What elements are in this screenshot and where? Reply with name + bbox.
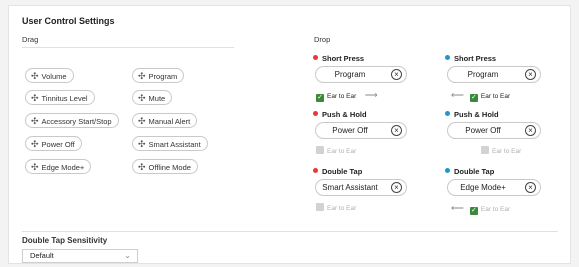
move-icon: ✣	[138, 93, 146, 103]
drag-chip[interactable]: ✣ Manual Alert	[132, 113, 198, 128]
drop-slot-label: Short Press	[454, 54, 497, 63]
drag-chip-label: Program	[148, 72, 178, 81]
clear-icon[interactable]: ×	[391, 125, 402, 136]
drag-chip[interactable]: ✣ Program	[132, 68, 185, 83]
ear-to-ear-label: Ear to Ear	[480, 93, 511, 100]
drag-chip-label: Edge Mode+	[41, 163, 85, 172]
clear-icon[interactable]: ×	[391, 182, 402, 193]
clear-icon[interactable]: ×	[391, 69, 402, 80]
clear-icon[interactable]: ×	[525, 125, 536, 136]
arrow-left-icon: ⟵	[451, 90, 464, 100]
drop-slot-label: Short Press	[322, 54, 365, 63]
drag-chip-label: Offline Mode	[148, 163, 191, 172]
drop-heading: Drop	[314, 35, 331, 44]
drop-slot-value: Power Off	[465, 126, 501, 135]
move-icon: ✣	[31, 162, 39, 172]
move-icon: ✣	[138, 71, 146, 81]
drop-slot-header: Double Tap	[445, 167, 494, 176]
drag-chip-label: Smart Assistant	[148, 140, 201, 149]
clear-icon[interactable]: ×	[525, 182, 536, 193]
drag-chip[interactable]: ✣ Accessory Start/Stop	[25, 113, 119, 128]
drop-slot-label: Double Tap	[322, 167, 363, 176]
ear-to-ear-checkbox[interactable]: ✓	[316, 94, 324, 102]
drag-chip[interactable]: ✣ Smart Assistant	[132, 136, 208, 151]
ear-to-ear-label: Ear to Ear	[327, 205, 357, 212]
ear-to-ear-label: Ear to Ear	[327, 148, 357, 155]
sensitivity-select[interactable]: Default ⌄	[22, 249, 138, 263]
drop-slot[interactable]: Program ×	[315, 66, 407, 83]
drop-slot[interactable]: Power Off ×	[315, 122, 407, 139]
arrow-left-icon: ⟵	[451, 203, 464, 213]
arrow-right-icon: ⟶	[362, 90, 378, 100]
ear-to-ear-option: ⟵ ✓ Ear to Ear	[451, 203, 511, 215]
drag-chip[interactable]: ✣ Mute	[132, 90, 173, 105]
drag-chip-label: Accessory Start/Stop	[41, 117, 112, 126]
drag-chip[interactable]: ✣ Edge Mode+	[25, 159, 92, 174]
drop-slot-value: Program	[467, 70, 499, 79]
page-title: User Control Settings	[22, 16, 115, 26]
ear-to-ear-checkbox	[316, 203, 324, 211]
move-icon: ✣	[138, 116, 146, 126]
ear-to-ear-label: Ear to Ear	[327, 93, 357, 100]
move-icon: ✣	[31, 116, 39, 126]
ear-to-ear-option[interactable]: ✓ Ear to Ear ⟶	[316, 90, 378, 102]
drop-slot[interactable]: Power Off ×	[447, 122, 541, 139]
drop-slot-value: Edge Mode+	[460, 183, 506, 192]
drag-chip[interactable]: ✣ Tinnitus Level	[25, 90, 95, 105]
status-dot-icon	[445, 111, 450, 116]
drop-slot-label: Double Tap	[454, 167, 495, 176]
section-divider	[22, 231, 558, 232]
drop-slot-header: Push & Hold	[445, 110, 499, 119]
drop-slot-value: Program	[334, 70, 366, 79]
move-icon: ✣	[31, 71, 39, 81]
drag-chip[interactable]: ✣ Power Off	[25, 136, 82, 151]
drag-chip-label: Manual Alert	[148, 117, 191, 126]
drag-heading: Drag	[22, 35, 39, 44]
drop-slot-header: Short Press	[313, 54, 364, 63]
drop-slot-value: Power Off	[332, 126, 368, 135]
drag-chip-label: Mute	[148, 94, 166, 103]
drop-slot-header: Push & Hold	[313, 110, 367, 119]
ear-to-ear-checkbox	[316, 146, 324, 154]
drag-chip-label: Tinnitus Level	[41, 94, 88, 103]
drag-chip-label: Volume	[41, 72, 67, 81]
move-icon: ✣	[138, 162, 146, 172]
chevron-down-icon: ⌄	[124, 251, 131, 260]
status-dot-icon	[445, 55, 450, 60]
drop-slot-header: Double Tap	[313, 167, 362, 176]
clear-icon[interactable]: ×	[525, 69, 536, 80]
ear-to-ear-option: Ear to Ear	[316, 146, 356, 156]
ear-to-ear-label: Ear to Ear	[492, 148, 522, 155]
move-icon: ✣	[138, 139, 146, 149]
ear-to-ear-checkbox[interactable]: ✓	[469, 94, 478, 102]
ear-to-ear-option: Ear to Ear	[481, 146, 521, 156]
ear-to-ear-option[interactable]: ⟵ ✓ Ear to Ear	[451, 90, 511, 102]
drag-chip[interactable]: ✣ Volume	[25, 68, 74, 83]
status-dot-icon	[313, 111, 318, 116]
ear-to-ear-checkbox: ✓	[469, 207, 478, 215]
drop-slot[interactable]: Smart Assistant ×	[315, 179, 407, 196]
status-dot-icon	[313, 168, 318, 173]
status-dot-icon	[445, 168, 450, 173]
drop-slot[interactable]: Edge Mode+ ×	[447, 179, 541, 196]
drag-chip[interactable]: ✣ Offline Mode	[132, 159, 198, 174]
ear-to-ear-option: Ear to Ear	[316, 203, 356, 213]
drop-slot-header: Short Press	[445, 54, 496, 63]
drop-slot-label: Push & Hold	[454, 110, 499, 119]
drop-slot[interactable]: Program ×	[447, 66, 541, 83]
settings-panel: User Control Settings Drag Drop Double T…	[8, 5, 571, 264]
drop-slot-label: Push & Hold	[322, 110, 367, 119]
drag-divider	[22, 47, 234, 48]
move-icon: ✣	[31, 93, 39, 103]
ear-to-ear-checkbox	[481, 146, 489, 154]
sensitivity-value: Default	[30, 251, 54, 260]
drop-slot-value: Smart Assistant	[322, 183, 378, 192]
status-dot-icon	[313, 55, 318, 60]
drag-chip-label: Power Off	[41, 140, 75, 149]
ear-to-ear-label: Ear to Ear	[480, 206, 511, 213]
sensitivity-heading: Double Tap Sensitivity	[22, 236, 108, 245]
move-icon: ✣	[31, 139, 39, 149]
